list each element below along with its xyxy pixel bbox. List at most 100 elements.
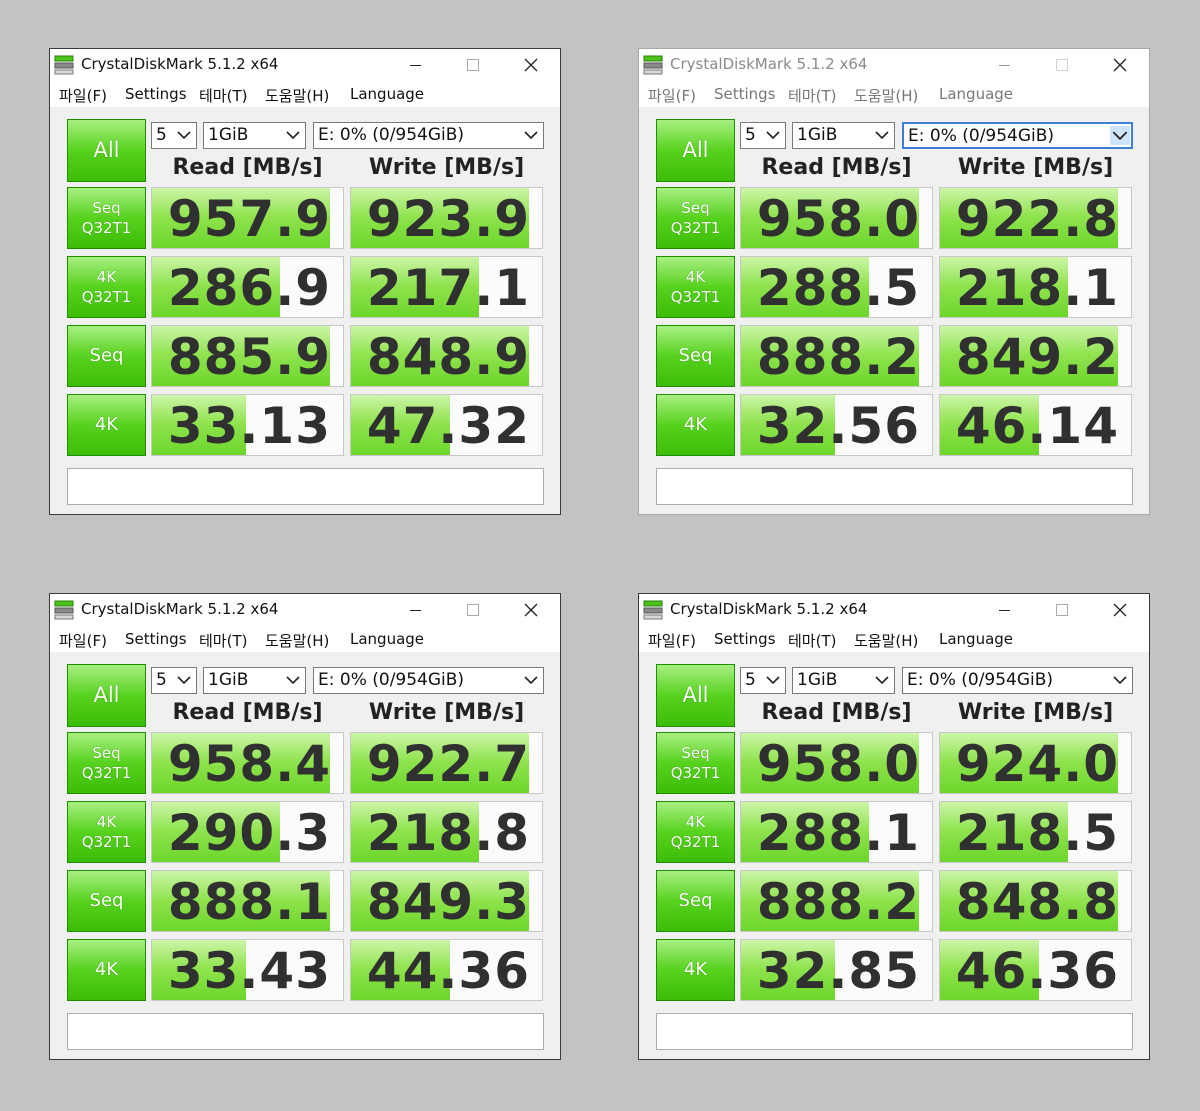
title-bar[interactable]: CrystalDiskMark 5.1.2 x64	[639, 49, 1149, 81]
drive-select[interactable]: E: 0% (0/954GiB)	[902, 667, 1133, 694]
row-label-line1: Seq	[92, 744, 121, 762]
seq-write-result: 848.8	[939, 870, 1132, 932]
4k-q32t1-write-result: 218.8	[350, 801, 543, 863]
result-value: 958.0	[756, 190, 920, 248]
menu-file[interactable]: 파일(F)	[648, 630, 696, 651]
maximize-button[interactable]	[1033, 594, 1091, 626]
test-count-select[interactable]: 5	[151, 122, 197, 149]
4k-q32t1-button[interactable]: 4K Q32T1	[67, 801, 146, 863]
close-button[interactable]	[1091, 594, 1149, 626]
4k-read-result: 32.56	[740, 394, 933, 456]
seq-q32t1-read-result: 957.9	[151, 187, 344, 249]
result-value: 288.5	[756, 259, 920, 317]
seq-write-result: 848.9	[350, 325, 543, 387]
menu-language[interactable]: Language	[350, 630, 424, 648]
menu-settings[interactable]: Settings	[125, 630, 187, 648]
minimize-button[interactable]	[975, 49, 1033, 81]
close-button[interactable]	[1091, 49, 1149, 81]
comment-field[interactable]	[656, 1013, 1133, 1050]
menu-file[interactable]: 파일(F)	[59, 630, 107, 651]
menu-help[interactable]: 도움말(H)	[854, 630, 918, 651]
4k-q32t1-button[interactable]: 4K Q32T1	[67, 256, 146, 318]
seq-read-result: 888.2	[740, 870, 933, 932]
read-header: Read [MB/s]	[761, 155, 912, 180]
read-header: Read [MB/s]	[172, 155, 323, 180]
menu-theme[interactable]: 테마(T)	[199, 630, 247, 651]
menu-language[interactable]: Language	[939, 85, 1013, 103]
4k-button[interactable]: 4K	[656, 394, 735, 456]
test-size-select[interactable]: 1GiB	[203, 122, 306, 149]
title-bar[interactable]: CrystalDiskMark 5.1.2 x64	[639, 594, 1149, 626]
menu-settings[interactable]: Settings	[714, 630, 776, 648]
menu-settings[interactable]: Settings	[714, 85, 776, 103]
close-button[interactable]	[502, 49, 560, 81]
menu-file[interactable]: 파일(F)	[648, 85, 696, 106]
4k-write-result: 46.14	[939, 394, 1132, 456]
drive-select[interactable]: E: 0% (0/954GiB)	[902, 122, 1133, 149]
chevron-down-icon	[1113, 676, 1127, 685]
maximize-button[interactable]	[444, 594, 502, 626]
seq-q32t1-button[interactable]: Seq Q32T1	[656, 187, 735, 249]
close-button[interactable]	[502, 594, 560, 626]
comment-field[interactable]	[656, 468, 1133, 505]
comment-field[interactable]	[67, 1013, 544, 1050]
maximize-button[interactable]	[444, 49, 502, 81]
comment-field[interactable]	[67, 468, 544, 505]
menu-bar: 파일(F) Settings 테마(T) 도움말(H) Language	[50, 626, 560, 652]
menu-theme[interactable]: 테마(T)	[199, 85, 247, 106]
title-bar[interactable]: CrystalDiskMark 5.1.2 x64	[50, 594, 560, 626]
result-value: 46.14	[955, 397, 1119, 455]
window-title: CrystalDiskMark 5.1.2 x64	[81, 55, 279, 73]
4k-button[interactable]: 4K	[656, 939, 735, 1001]
seq-q32t1-button[interactable]: Seq Q32T1	[67, 732, 146, 794]
minimize-button[interactable]	[386, 594, 444, 626]
seq-q32t1-button[interactable]: Seq Q32T1	[67, 187, 146, 249]
result-value: 888.2	[756, 328, 920, 386]
4k-button[interactable]: 4K	[67, 939, 146, 1001]
chevron-down-icon	[875, 676, 889, 685]
menu-help[interactable]: 도움말(H)	[265, 85, 329, 106]
test-count-select[interactable]: 5	[740, 122, 786, 149]
test-size-select[interactable]: 1GiB	[792, 667, 895, 694]
maximize-icon	[1056, 604, 1068, 616]
4k-q32t1-button[interactable]: 4K Q32T1	[656, 801, 735, 863]
menu-help[interactable]: 도움말(H)	[854, 85, 918, 106]
seq-q32t1-button[interactable]: Seq Q32T1	[656, 732, 735, 794]
seq-read-result: 888.1	[151, 870, 344, 932]
menu-settings[interactable]: Settings	[125, 85, 187, 103]
seq-read-result: 888.2	[740, 325, 933, 387]
test-size-select[interactable]: 1GiB	[203, 667, 306, 694]
drive-value: E: 0% (0/954GiB)	[318, 125, 465, 145]
all-button[interactable]: All	[656, 664, 735, 727]
title-bar[interactable]: CrystalDiskMark 5.1.2 x64	[50, 49, 560, 81]
crystaldiskmark-icon	[643, 55, 663, 75]
test-count-select[interactable]: 5	[740, 667, 786, 694]
seq-button[interactable]: Seq	[67, 325, 146, 387]
menu-help[interactable]: 도움말(H)	[265, 630, 329, 651]
result-value: 33.43	[167, 942, 331, 1000]
menu-language[interactable]: Language	[350, 85, 424, 103]
menu-file[interactable]: 파일(F)	[59, 85, 107, 106]
seq-button[interactable]: Seq	[656, 325, 735, 387]
drive-select[interactable]: E: 0% (0/954GiB)	[313, 122, 544, 149]
minimize-button[interactable]	[386, 49, 444, 81]
4k-button[interactable]: 4K	[67, 394, 146, 456]
seq-button[interactable]: Seq	[656, 870, 735, 932]
test-count-select[interactable]: 5	[151, 667, 197, 694]
menu-theme[interactable]: 테마(T)	[788, 85, 836, 106]
seq-button[interactable]: Seq	[67, 870, 146, 932]
menu-language[interactable]: Language	[939, 630, 1013, 648]
result-value: 924.0	[955, 735, 1119, 793]
all-button[interactable]: All	[67, 664, 146, 727]
maximize-button[interactable]	[1033, 49, 1091, 81]
drive-select[interactable]: E: 0% (0/954GiB)	[313, 667, 544, 694]
minimize-button[interactable]	[975, 594, 1033, 626]
test-size-select[interactable]: 1GiB	[792, 122, 895, 149]
menu-theme[interactable]: 테마(T)	[788, 630, 836, 651]
chevron-down-icon	[524, 131, 538, 140]
row-label-line1: 4K	[685, 268, 706, 286]
write-header: Write [MB/s]	[368, 155, 525, 180]
all-button[interactable]: All	[67, 119, 146, 182]
all-button[interactable]: All	[656, 119, 735, 182]
4k-q32t1-button[interactable]: 4K Q32T1	[656, 256, 735, 318]
